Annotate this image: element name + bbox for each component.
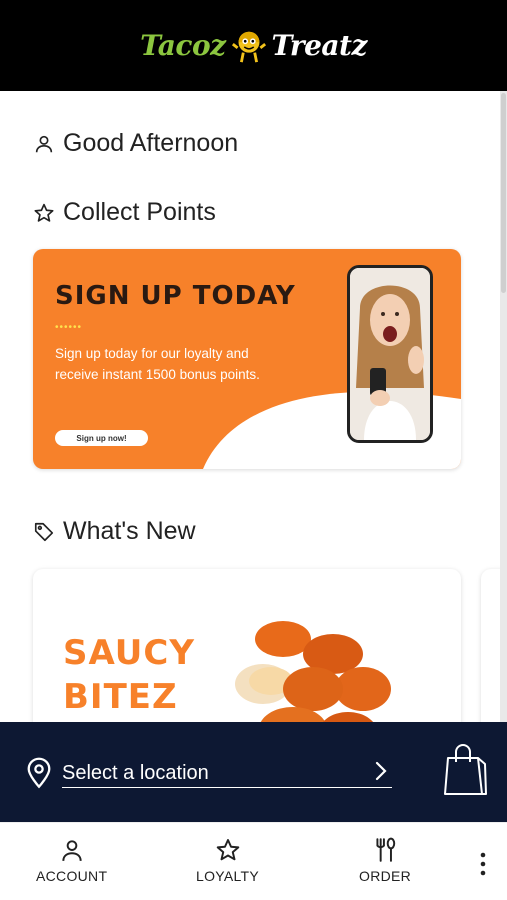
promo-description: Sign up today for our loyalty and receiv…	[55, 346, 260, 382]
collect-points-title: Collect Points	[63, 198, 216, 226]
content-scrollbar[interactable]	[500, 91, 507, 722]
shopping-bag-icon[interactable]	[442, 742, 488, 798]
excited-woman-image	[350, 268, 430, 440]
user-icon	[35, 135, 53, 152]
card-title-line1: SAUCY	[63, 633, 195, 673]
promo-phone-image	[347, 265, 433, 443]
promo-title: SIGN UP TODAY	[55, 281, 296, 311]
greeting-text: Good Afternoon	[63, 129, 239, 157]
saucy-bitez-title: SAUCY BITEZ	[63, 631, 195, 719]
user-icon	[62, 840, 82, 861]
select-location-link[interactable]: Select a location	[62, 762, 209, 785]
whats-new-heading: What's New	[33, 517, 196, 546]
sign-up-now-button[interactable]: Sign up now!	[55, 430, 148, 446]
brand-logo[interactable]: Tacoz Treatz	[140, 27, 367, 65]
greeting-heading: Good Afternoon	[33, 129, 238, 158]
nav-order-label: ORDER	[359, 868, 412, 884]
location-pin-icon[interactable]	[25, 757, 53, 789]
promo-dots: ••••••	[55, 322, 83, 333]
location-underline	[62, 787, 392, 788]
saucy-bitez-card[interactable]: SAUCY BITEZ	[33, 569, 461, 722]
tag-icon	[34, 522, 54, 541]
next-news-card[interactable]	[481, 569, 500, 722]
nav-loyalty[interactable]: LOYALTY	[196, 837, 259, 884]
star-icon	[34, 203, 54, 222]
bottom-navigation: ACCOUNT LOYALTY ORDER	[0, 822, 507, 900]
home-content[interactable]: Good Afternoon Collect Points SIGN UP TO…	[0, 91, 500, 722]
logo-word-tacoz: Tacoz	[140, 29, 226, 62]
location-bar: Select a location	[0, 722, 507, 822]
nav-order[interactable]: ORDER	[359, 837, 411, 884]
whats-new-title: What's New	[63, 517, 196, 545]
star-icon	[216, 839, 239, 861]
nav-account-label: ACCOUNT	[36, 868, 108, 884]
more-vertical-icon[interactable]	[476, 851, 490, 877]
fork-spoon-icon	[376, 837, 396, 862]
card-title-line2: BITEZ	[63, 677, 178, 717]
collect-points-heading: Collect Points	[33, 198, 216, 227]
app-header: Tacoz Treatz	[0, 0, 507, 91]
taco-mascot-icon	[231, 31, 266, 62]
sign-up-promo-banner[interactable]: SIGN UP TODAY •••••• Sign up today for o…	[33, 249, 461, 469]
chevron-right-icon[interactable]	[372, 760, 390, 782]
nav-loyalty-label: LOYALTY	[196, 868, 260, 884]
scrollbar-thumb[interactable]	[501, 93, 506, 293]
logo-word-treatz: Treatz	[271, 29, 368, 62]
nav-account[interactable]: ACCOUNT	[36, 837, 107, 884]
chicken-nuggets-image	[235, 621, 391, 722]
